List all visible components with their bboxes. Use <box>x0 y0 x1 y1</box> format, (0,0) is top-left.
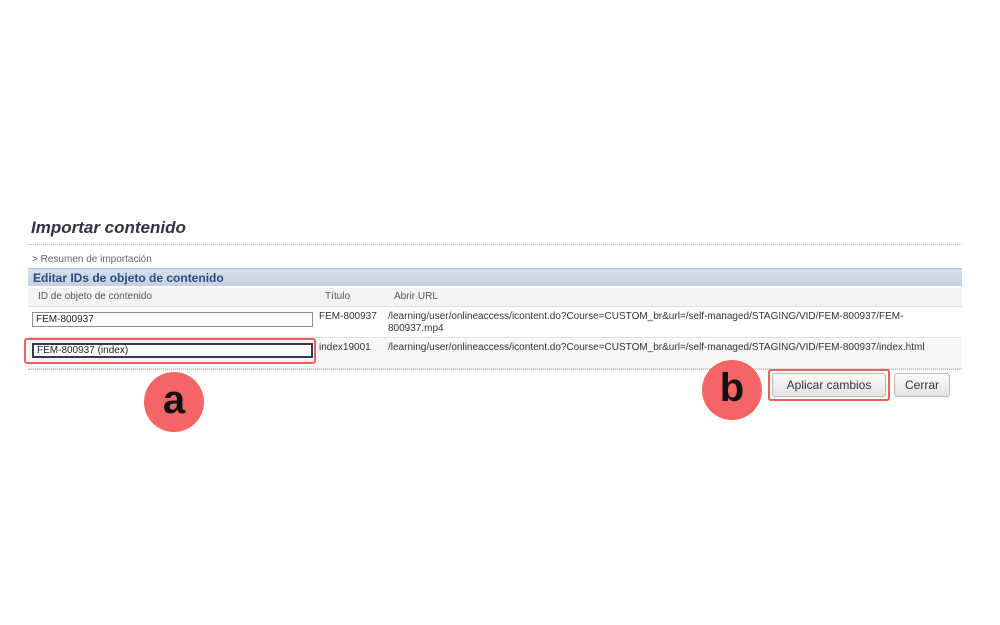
page-title: Importar contenido <box>31 218 186 237</box>
table-header-row <box>28 288 962 307</box>
table-row: FEM-800937 /learning/user/onlineaccess/i… <box>28 308 962 338</box>
title-cell: FEM-800937 <box>319 311 377 322</box>
content-id-input-index[interactable] <box>32 343 313 358</box>
column-header-id: ID de objeto de contenido <box>38 291 152 302</box>
table-row: index19001 /learning/user/onlineaccess/i… <box>24 338 962 369</box>
breadcrumb[interactable]: > Resumen de importación <box>32 254 152 265</box>
url-cell: /learning/user/onlineaccess/icontent.do?… <box>388 342 925 353</box>
title-divider <box>28 244 962 245</box>
title-cell: index19001 <box>319 342 371 353</box>
apply-changes-button[interactable]: Aplicar cambios <box>772 373 886 397</box>
url-cell: /learning/user/onlineaccess/icontent.do?… <box>388 311 904 334</box>
column-header-url: Abrir URL <box>394 291 438 302</box>
section-header: Editar IDs de objeto de contenido <box>28 268 962 286</box>
column-header-title: Título <box>325 291 351 302</box>
close-button[interactable]: Cerrar <box>894 373 950 397</box>
content-id-input[interactable] <box>32 312 313 327</box>
annotation-marker-a: a <box>144 372 204 432</box>
annotation-marker-b: b <box>702 360 762 420</box>
